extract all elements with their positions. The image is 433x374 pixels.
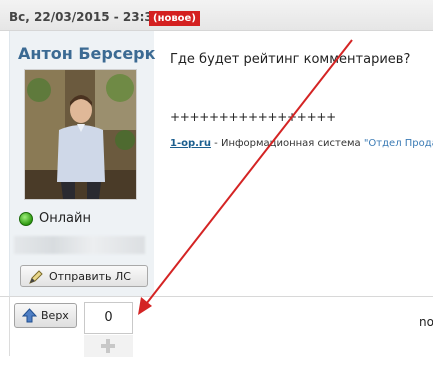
- avatar[interactable]: [24, 69, 137, 200]
- send-pm-button[interactable]: Отправить ЛС: [20, 265, 148, 287]
- send-pm-label: Отправить ЛС: [49, 270, 131, 283]
- online-dot-icon: [19, 212, 33, 226]
- rate-up-button[interactable]: [84, 335, 133, 357]
- author-name-link[interactable]: Антон Берсерк: [18, 44, 155, 63]
- back-to-top-label: Верх: [41, 309, 69, 322]
- back-to-top-button[interactable]: Верх: [14, 303, 77, 328]
- plus-line: +++++++++++++++++: [170, 110, 336, 124]
- signature-text: - Информационная система: [211, 138, 364, 149]
- blurred-user-info: [14, 236, 145, 254]
- comment-header: Вс, 22/03/2015 - 23:38 (новое): [0, 0, 433, 31]
- pen-icon: [28, 269, 44, 285]
- up-arrow-icon: [21, 308, 38, 323]
- comment-date: Вс, 22/03/2015 - 23:38: [9, 10, 162, 24]
- truncated-footer-text: no: [419, 315, 433, 329]
- rating-value: 0: [104, 310, 113, 325]
- online-status-label: Онлайн: [39, 211, 91, 226]
- avatar-photo: [25, 70, 136, 199]
- new-badge: (новое): [149, 11, 200, 26]
- comment-body: [156, 31, 433, 296]
- signature-quote: "Отдел Продаж: [363, 138, 433, 149]
- signature-link[interactable]: 1-op.ru: [170, 138, 211, 149]
- signature: 1-op.ru - Информационная система "Отдел …: [170, 138, 433, 149]
- comment-text: Где будет рейтинг комментариев?: [170, 52, 411, 67]
- comment-rating: 0: [84, 302, 133, 334]
- footer-divider: [9, 296, 10, 356]
- comment-post: Вс, 22/03/2015 - 23:38 (новое) Антон Бер…: [0, 0, 433, 374]
